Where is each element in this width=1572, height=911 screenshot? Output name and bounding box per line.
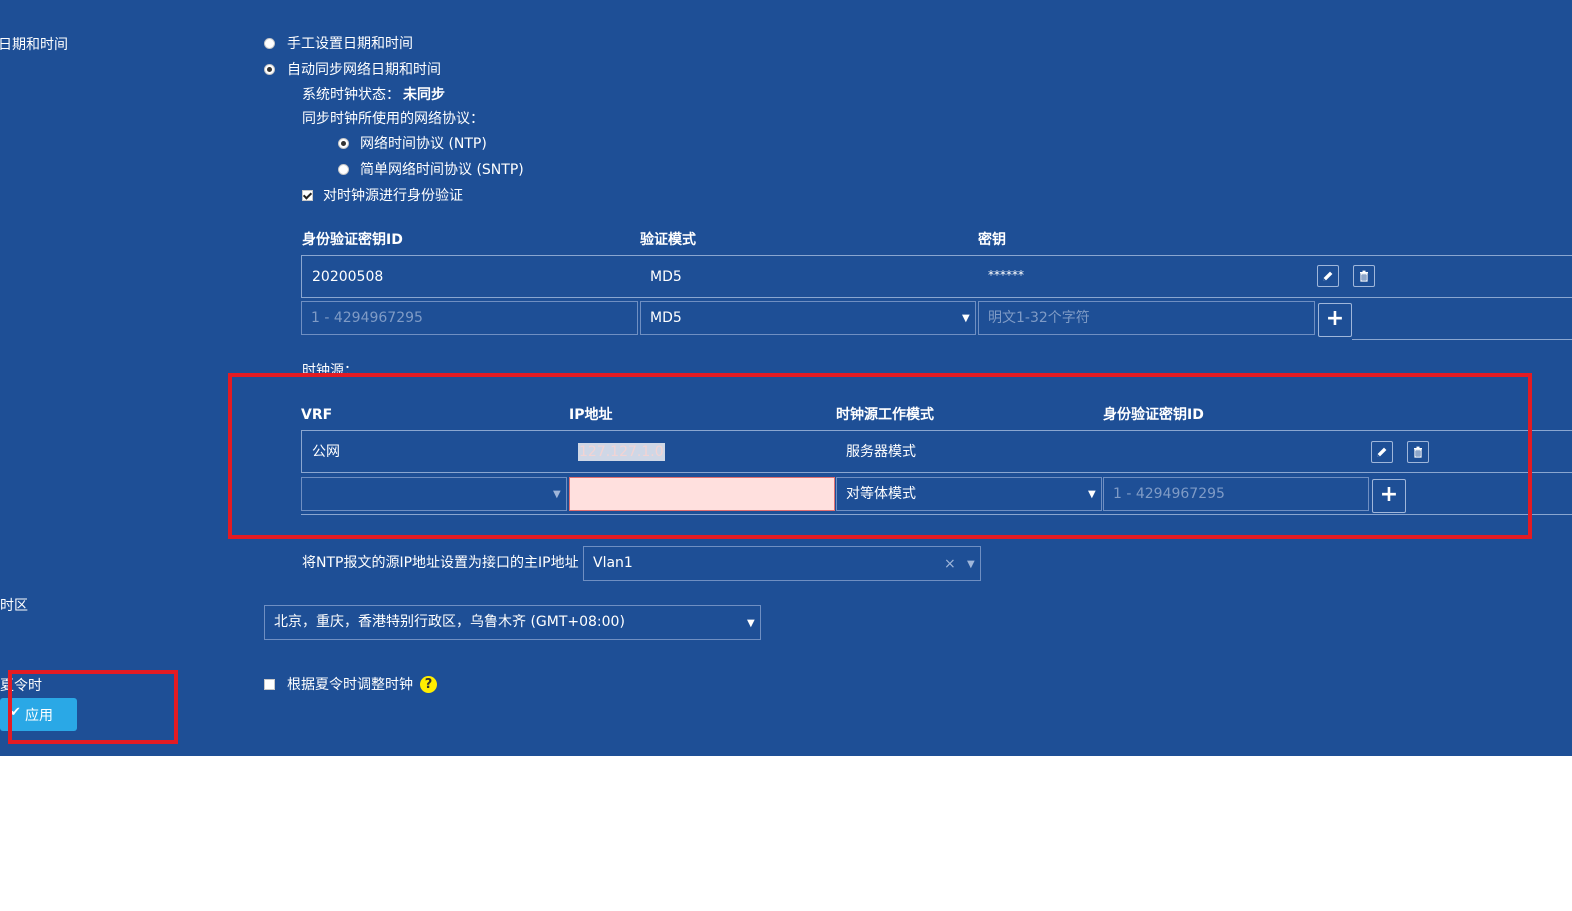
timezone-chevron-down-icon: ▼ xyxy=(747,618,755,629)
plus-icon: + xyxy=(1325,306,1345,331)
protocol-label: 同步时钟所使用的网络协议： xyxy=(302,111,484,127)
trash-icon xyxy=(1360,270,1368,282)
manual-option-label: 手工设置日期和时间 xyxy=(287,36,413,52)
auth-mode-select-value: MD5 xyxy=(650,310,682,326)
auto-radio[interactable] xyxy=(264,64,275,75)
ntp-radio[interactable] xyxy=(338,138,349,149)
ntp-option-label: 网络时间协议 (NTP) xyxy=(360,136,487,152)
source-ip-setting-label: 将NTP报文的源IP地址设置为接口的主IP地址 xyxy=(302,555,579,571)
auth-key-id-input[interactable]: 1 - 4294967295 xyxy=(301,301,638,335)
dst-checkbox-label: 根据夏令时调整时钟 xyxy=(287,677,413,693)
help-icon[interactable]: ? xyxy=(420,676,437,693)
clear-icon[interactable]: × xyxy=(944,555,956,573)
auto-option-label: 自动同步网络日期和时间 xyxy=(287,62,441,78)
source-interface-select-value: Vlan1 xyxy=(593,555,633,571)
sntp-option-label: 简单网络时间协议 (SNTP) xyxy=(360,162,524,178)
auth-row-mode: MD5 xyxy=(650,269,682,285)
clock-status-label: 系统时钟状态： xyxy=(302,87,400,103)
auth-checkbox-label: 对时钟源进行身份验证 xyxy=(323,188,463,204)
clock-status-value: 未同步 xyxy=(403,87,445,103)
auth-header-key-id: 身份验证密钥ID xyxy=(302,232,403,248)
auth-header-key: 密钥 xyxy=(978,232,1006,248)
manual-radio[interactable] xyxy=(264,38,275,49)
apply-highlight-box xyxy=(8,670,178,744)
auth-row-delete-button[interactable] xyxy=(1353,265,1375,287)
pencil-icon xyxy=(1323,271,1333,281)
auth-row-left-border xyxy=(301,255,302,297)
timezone-section-label: 时区 xyxy=(0,598,28,614)
timezone-select-value: 北京，重庆，香港特别行政区，乌鲁木齐 (GMT+08:00) xyxy=(274,614,625,630)
auth-add-button[interactable]: + xyxy=(1318,303,1352,337)
auth-row-bottom-border xyxy=(301,297,1572,298)
settings-panel: 日期和时间 时区 夏令时 手工设置日期和时间 自动同步网络日期和时间 系统时钟状… xyxy=(0,0,1572,756)
source-interface-chevron-down-icon: ▼ xyxy=(967,559,975,570)
clock-source-highlight-box xyxy=(228,373,1532,539)
datetime-section-label: 日期和时间 xyxy=(0,37,68,53)
timezone-select[interactable]: 北京，重庆，香港特别行政区，乌鲁木齐 (GMT+08:00) xyxy=(264,605,761,640)
dst-checkbox[interactable] xyxy=(264,679,275,690)
source-interface-select[interactable]: Vlan1 xyxy=(583,546,981,581)
auth-row-edit-button[interactable] xyxy=(1317,265,1339,287)
auth-key-input[interactable]: 明文1-32个字符 xyxy=(978,301,1315,335)
auth-mode-chevron-down-icon: ▼ xyxy=(962,313,970,324)
auth-row-key: ****** xyxy=(988,268,1024,282)
sntp-radio[interactable] xyxy=(338,164,349,175)
auth-new-row-bottom-border xyxy=(1352,339,1572,340)
auth-mode-select[interactable]: MD5 xyxy=(640,301,976,335)
auth-row-key-id: 20200508 xyxy=(312,269,384,285)
auth-header-mode: 验证模式 xyxy=(640,232,696,248)
auth-checkbox[interactable] xyxy=(302,190,313,201)
auth-row-top-border xyxy=(301,255,1572,256)
